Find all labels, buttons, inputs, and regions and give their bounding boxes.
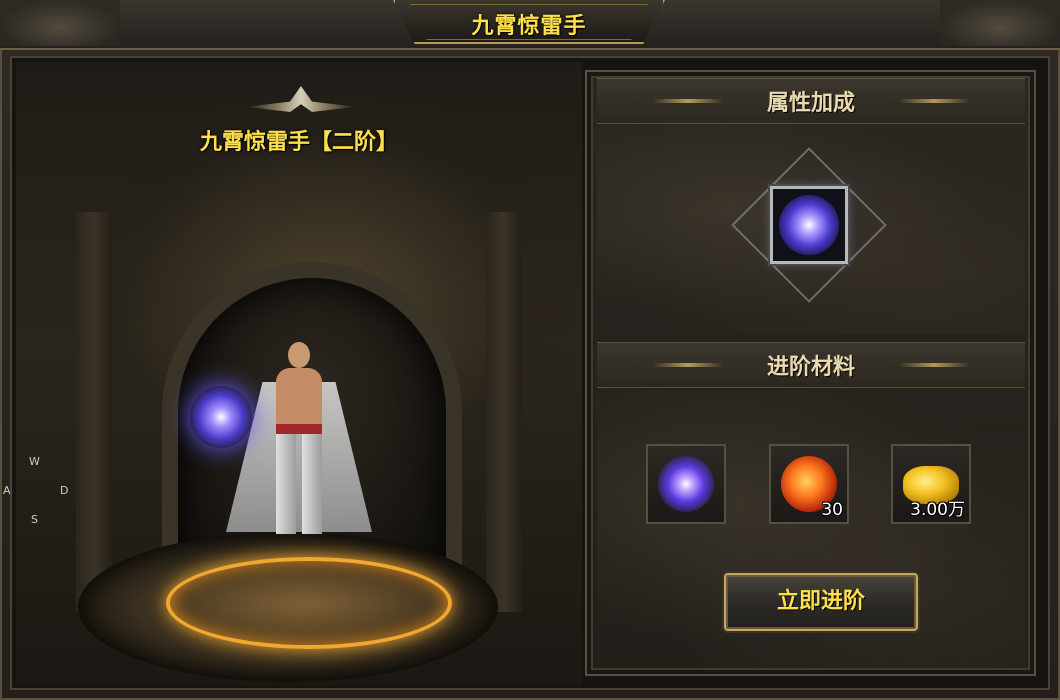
character-leg-right — [302, 434, 322, 534]
character-belt — [276, 424, 322, 434]
materials-title: 进阶材料 — [766, 355, 855, 380]
key-s: S — [31, 513, 38, 526]
preview-title: 九霄惊雷手【二阶】 — [199, 130, 398, 155]
corner-ornament-left — [0, 0, 120, 46]
material-count: 30 — [821, 500, 843, 520]
material-slot-2[interactable]: 30 — [769, 444, 849, 524]
material-slot-1[interactable] — [646, 444, 726, 524]
material-count: 3.00万 — [910, 500, 965, 520]
attribute-skill-icon[interactable] — [770, 186, 848, 264]
key-a: A — [3, 484, 11, 497]
material-slot-3[interactable]: 3.00万 — [891, 444, 971, 524]
pillar-left — [76, 212, 112, 612]
advance-button[interactable]: 立即进阶 — [724, 573, 918, 631]
lightning-hand-effect — [190, 386, 252, 448]
window-title: 九霄惊雷手 — [471, 14, 587, 39]
lightning-spark-icon — [658, 456, 714, 512]
lightning-spark-icon — [779, 195, 839, 255]
pillar-right — [486, 212, 522, 612]
character-leg-left — [276, 434, 296, 534]
character-head — [288, 342, 310, 368]
character-torso — [276, 368, 322, 428]
key-d: D — [60, 484, 69, 497]
glow-ring — [166, 557, 452, 649]
key-w: W — [29, 455, 40, 468]
attributes-title: 属性加成 — [766, 91, 855, 116]
character-model[interactable] — [190, 338, 380, 548]
corner-ornament-right — [940, 0, 1060, 46]
